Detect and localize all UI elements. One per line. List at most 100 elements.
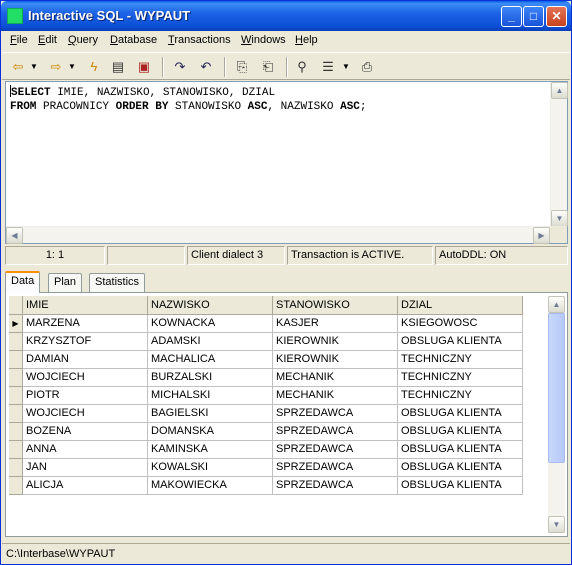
sql-editor[interactable]: SELECT IMIE, NAZWISKO, STANOWISKO, DZIAL… <box>5 81 568 244</box>
cell-dzial[interactable]: OBSLUGA KLIENTA <box>398 459 523 477</box>
view-dropdown-icon[interactable]: ▼ <box>342 57 350 77</box>
rollback-icon[interactable]: ↶ <box>196 57 216 77</box>
cell-dzial[interactable]: TECHNICZNY <box>398 351 523 369</box>
cell-dzial[interactable]: TECHNICZNY <box>398 387 523 405</box>
menu-file[interactable]: File <box>10 34 28 46</box>
row-indicator[interactable]: ▶ <box>9 315 23 333</box>
scroll-down-icon[interactable]: ▼ <box>551 210 568 227</box>
scroll-right-icon[interactable]: ▶ <box>533 227 550 244</box>
prev-query-icon[interactable]: ⇦ <box>8 57 28 77</box>
cell-imie[interactable]: KRZYSZTOF <box>23 333 148 351</box>
cell-stanowisko[interactable]: SPRZEDAWCA <box>273 477 398 495</box>
row-indicator[interactable] <box>9 333 23 351</box>
cell-stanowisko[interactable]: KASJER <box>273 315 398 333</box>
cell-imie[interactable]: PIOTR <box>23 387 148 405</box>
row-indicator[interactable] <box>9 477 23 495</box>
cell-nazwisko[interactable]: DOMANSKA <box>148 423 273 441</box>
menu-edit[interactable]: Edit <box>38 34 57 46</box>
cell-nazwisko[interactable]: KOWALSKI <box>148 459 273 477</box>
sql-line-2: FROM PRACOWNICY ORDER BY STANOWISKO ASC,… <box>10 101 367 113</box>
column-header-imie[interactable]: IMIE <box>23 296 148 315</box>
cell-dzial[interactable]: OBSLUGA KLIENTA <box>398 333 523 351</box>
cell-dzial[interactable]: OBSLUGA KLIENTA <box>398 477 523 495</box>
row-indicator[interactable] <box>9 369 23 387</box>
editor-vertical-scrollbar[interactable]: ▲ ▼ <box>550 82 568 227</box>
menu-transactions[interactable]: Transactions <box>168 34 231 46</box>
cell-nazwisko[interactable]: MACHALICA <box>148 351 273 369</box>
cell-nazwisko[interactable]: BAGIELSKI <box>148 405 273 423</box>
cell-dzial[interactable]: OBSLUGA KLIENTA <box>398 405 523 423</box>
copy-icon[interactable]: ⎘ <box>232 57 252 77</box>
tab-statistics[interactable]: Statistics <box>89 273 146 292</box>
scroll-up-icon[interactable]: ▲ <box>551 82 568 99</box>
cell-stanowisko[interactable]: SPRZEDAWCA <box>273 405 398 423</box>
menu-help[interactable]: Help <box>295 34 318 46</box>
menu-windows[interactable]: Windows <box>241 34 286 46</box>
scroll-thumb[interactable] <box>548 313 565 463</box>
execute-icon[interactable]: ϟ <box>84 57 104 77</box>
cell-imie[interactable]: WOJCIECH <box>23 405 148 423</box>
tab-data[interactable]: Data <box>5 271 41 293</box>
print-icon[interactable]: ⎙ <box>357 57 377 77</box>
cell-imie[interactable]: DAMIAN <box>23 351 148 369</box>
scroll-down-icon[interactable]: ▼ <box>548 516 565 533</box>
row-indicator[interactable] <box>9 423 23 441</box>
title-bar[interactable]: Interactive SQL - WYPAUT _ □ ✕ <box>1 1 571 31</box>
toolbar-separator <box>162 57 164 77</box>
cell-stanowisko[interactable]: KIEROWNIK <box>273 351 398 369</box>
next-dropdown-icon[interactable]: ▼ <box>68 57 76 77</box>
cell-nazwisko[interactable]: ADAMSKI <box>148 333 273 351</box>
maximize-button[interactable]: □ <box>523 6 544 27</box>
cell-nazwisko[interactable]: BURZALSKI <box>148 369 273 387</box>
cell-imie[interactable]: MARZENA <box>23 315 148 333</box>
cell-stanowisko[interactable]: SPRZEDAWCA <box>273 423 398 441</box>
prev-dropdown-icon[interactable]: ▼ <box>30 57 38 77</box>
grid-vertical-scrollbar[interactable]: ▲ ▼ <box>548 296 565 533</box>
row-indicator[interactable] <box>9 459 23 477</box>
scroll-up-icon[interactable]: ▲ <box>548 296 565 313</box>
close-button[interactable]: ✕ <box>546 6 567 27</box>
paste-icon[interactable]: ⎗ <box>258 57 278 77</box>
scrollbar-corner <box>550 226 567 243</box>
cell-imie[interactable]: JAN <box>23 459 148 477</box>
cell-nazwisko[interactable]: KOWNACKA <box>148 315 273 333</box>
tab-plan[interactable]: Plan <box>48 273 83 292</box>
find-icon[interactable]: ⚲ <box>292 57 312 77</box>
cell-dzial[interactable]: KSIEGOWOSC <box>398 315 523 333</box>
minimize-button[interactable]: _ <box>501 6 522 27</box>
cell-nazwisko[interactable]: MAKOWIECKA <box>148 477 273 495</box>
cell-dzial[interactable]: TECHNICZNY <box>398 369 523 387</box>
cell-stanowisko[interactable]: KIEROWNIK <box>273 333 398 351</box>
cell-nazwisko[interactable]: MICHALSKI <box>148 387 273 405</box>
view-icon[interactable]: ☰ <box>318 57 338 77</box>
scroll-left-icon[interactable]: ◀ <box>6 227 23 244</box>
cell-stanowisko[interactable]: SPRZEDAWCA <box>273 441 398 459</box>
next-query-icon[interactable]: ⇨ <box>46 57 66 77</box>
load-script-icon[interactable]: ▣ <box>134 57 154 77</box>
cell-imie[interactable]: WOJCIECH <box>23 369 148 387</box>
cell-imie[interactable]: ANNA <box>23 441 148 459</box>
column-header-nazwisko[interactable]: NAZWISKO <box>148 296 273 315</box>
menu-query[interactable]: Query <box>68 34 98 46</box>
row-indicator[interactable] <box>9 387 23 405</box>
column-header-stanowisko[interactable]: STANOWISKO <box>273 296 398 315</box>
editor-horizontal-scrollbar[interactable]: ◀ ▶ <box>6 226 550 244</box>
row-indicator[interactable] <box>9 441 23 459</box>
cell-nazwisko[interactable]: KAMINSKA <box>148 441 273 459</box>
menu-bar: File Edit Query Database Transactions Wi… <box>2 31 570 51</box>
cell-stanowisko[interactable]: SPRZEDAWCA <box>273 459 398 477</box>
cell-imie[interactable]: BOZENA <box>23 423 148 441</box>
cell-stanowisko[interactable]: MECHANIK <box>273 369 398 387</box>
notepad-icon[interactable]: ▤ <box>108 57 128 77</box>
cell-imie[interactable]: ALICJA <box>23 477 148 495</box>
column-header-dzial[interactable]: DZIAL <box>398 296 523 315</box>
commit-icon[interactable]: ↷ <box>170 57 190 77</box>
row-indicator[interactable] <box>9 405 23 423</box>
row-indicator[interactable] <box>9 351 23 369</box>
cell-stanowisko[interactable]: MECHANIK <box>273 387 398 405</box>
results-grid[interactable]: IMIE NAZWISKO STANOWISKO DZIAL ▶ MARZENA K… <box>5 292 568 537</box>
menu-database[interactable]: Database <box>110 34 157 46</box>
cell-dzial[interactable]: OBSLUGA KLIENTA <box>398 423 523 441</box>
database-path: C:\Interbase\WYPAUT <box>6 548 116 560</box>
cell-dzial[interactable]: OBSLUGA KLIENTA <box>398 441 523 459</box>
